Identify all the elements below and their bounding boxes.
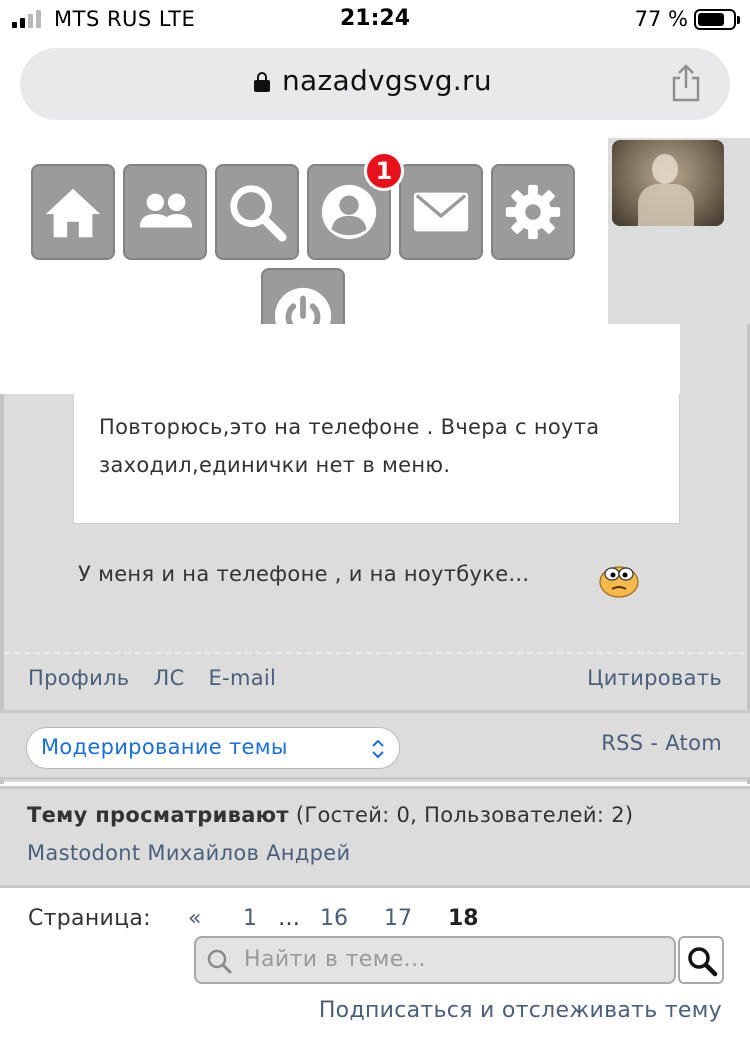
- viewers-summary: Тему просматривают (Гостей: 0, Пользоват…: [27, 803, 633, 827]
- lock-icon: [254, 72, 270, 92]
- pagination-label: Страница:: [28, 906, 151, 931]
- page-ellipsis: …: [278, 906, 300, 931]
- search-button[interactable]: [215, 164, 299, 260]
- search-icon: [688, 947, 718, 977]
- home-icon: [45, 188, 101, 238]
- gear-icon: [505, 184, 561, 240]
- home-button[interactable]: [31, 164, 115, 260]
- subscribe-link[interactable]: Подписаться и отслеживать тему: [319, 998, 722, 1023]
- post-text: У меня и на телефоне , и на ноутбуке...: [78, 562, 530, 586]
- avatar[interactable]: [612, 140, 724, 226]
- url-text: nazadvgsvg.ru: [282, 64, 492, 97]
- search-icon: [230, 185, 287, 242]
- moderation-select-value: Модерирование темы: [41, 735, 288, 759]
- page-link[interactable]: 17: [384, 906, 412, 931]
- quote-button[interactable]: Цитировать: [587, 666, 722, 690]
- quote-block: Повторюсь,это на телефоне . Вчера с ноут…: [73, 394, 680, 524]
- post-divider: [4, 652, 744, 654]
- forum-page: 1 Повторюсь,это на телефоне . Вчера с но…: [0, 138, 750, 1064]
- page-current: 18: [448, 906, 479, 931]
- page-link[interactable]: 16: [320, 906, 348, 931]
- topic-search-input[interactable]: Найти в теме...: [194, 936, 676, 984]
- viewers-counts: (Гостей: 0, Пользователей: 2): [295, 803, 634, 827]
- rss-atom-link[interactable]: RSS - Atom: [601, 731, 722, 755]
- battery-percent: 77 %: [634, 7, 688, 31]
- battery-icon: [694, 9, 740, 30]
- notification-badge[interactable]: 1: [364, 151, 404, 191]
- pm-link[interactable]: ЛС: [153, 666, 184, 690]
- profile-icon: [321, 184, 377, 240]
- page-prev[interactable]: «: [188, 906, 201, 931]
- page-link[interactable]: 1: [243, 906, 257, 931]
- users-button[interactable]: [123, 164, 207, 260]
- search-submit-button[interactable]: [678, 936, 724, 984]
- viewers-panel: Тему просматривают (Гостей: 0, Пользоват…: [0, 786, 750, 888]
- email-link[interactable]: E-mail: [209, 666, 277, 690]
- smiley-icon: [599, 566, 639, 598]
- moderation-bar: Модерирование темы RSS - Atom: [0, 710, 750, 780]
- address-bar[interactable]: nazadvgsvg.ru: [20, 48, 730, 120]
- status-bar: MTS RUS LTE 21:24 77 %: [0, 0, 750, 42]
- viewers-users[interactable]: Mastodont Михайлов Андрей: [27, 841, 350, 865]
- search-placeholder: Найти в теме...: [244, 947, 426, 972]
- users-icon: [139, 193, 193, 228]
- viewers-title: Тему просматривают: [27, 803, 289, 827]
- moderation-select[interactable]: Модерирование темы: [26, 727, 400, 769]
- mail-icon: [413, 192, 469, 232]
- share-icon[interactable]: [670, 64, 702, 102]
- messages-button[interactable]: [399, 164, 483, 260]
- post-actions: Профиль ЛС E-mail: [28, 666, 276, 690]
- chevron-updown-icon: [372, 739, 384, 759]
- search-icon: [207, 949, 232, 974]
- profile-link[interactable]: Профиль: [28, 666, 129, 690]
- quote-text: Повторюсь,это на телефоне . Вчера с ноут…: [99, 415, 600, 477]
- settings-button[interactable]: [491, 164, 575, 260]
